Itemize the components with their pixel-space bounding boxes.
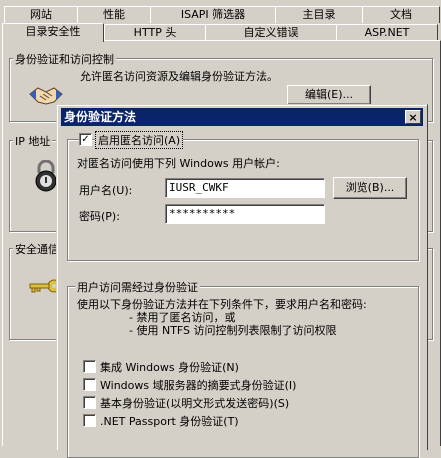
tab-custom-errors[interactable]: 自定义错误 bbox=[205, 24, 337, 41]
tab-documents[interactable]: 文档 bbox=[362, 6, 440, 23]
secure-comm-group-title: 安全通信 bbox=[13, 241, 61, 257]
passport-auth-checkbox[interactable] bbox=[83, 414, 96, 427]
username-field[interactable]: IUSR_CWKF bbox=[165, 178, 325, 198]
anonymous-access-checkbox[interactable]: ✓ bbox=[79, 133, 92, 146]
username-label: 用户名(U): bbox=[79, 184, 133, 197]
dialog-title: 身份验证方法 bbox=[64, 110, 137, 124]
close-button[interactable]: × bbox=[405, 110, 421, 124]
tab-home-directory[interactable]: 主目录 bbox=[275, 6, 363, 23]
edit-auth-button[interactable]: 编辑(E)... bbox=[287, 85, 371, 105]
tab-performance[interactable]: 性能 bbox=[77, 6, 151, 23]
dialog-titlebar: 身份验证方法 × bbox=[61, 108, 423, 126]
digest-auth-label[interactable]: Windows 域服务器的摘要式身份验证(I) bbox=[100, 377, 296, 393]
browse-button[interactable]: 浏览(B)... bbox=[333, 177, 407, 199]
passport-auth-label[interactable]: .NET Passport 身份验证(T) bbox=[100, 413, 239, 429]
basic-auth-checkbox[interactable] bbox=[83, 396, 96, 409]
tab-aspnet[interactable]: ASP.NET bbox=[336, 24, 438, 41]
ip-restrictions-group-title: IP 地址 bbox=[13, 133, 53, 149]
tab-http-headers[interactable]: HTTP 头 bbox=[104, 24, 206, 41]
authenticated-access-group-title: 用户访问需经过身份验证 bbox=[75, 279, 200, 295]
auth-methods-dialog: 身份验证方法 × ✓ 启用匿名访问(A) 对匿名访问使用下列 Windows 用… bbox=[56, 104, 428, 458]
password-field[interactable]: ********** bbox=[165, 204, 325, 224]
anonymous-access-label[interactable]: 启用匿名访问(A) bbox=[95, 131, 184, 149]
basic-auth-label[interactable]: 基本身份验证(以明文形式发送密码)(S) bbox=[100, 395, 289, 411]
tab-website[interactable]: 网站 bbox=[4, 6, 78, 23]
tab-isapi-filters[interactable]: ISAPI 筛选器 bbox=[150, 6, 276, 23]
condition-ntfs-acl: - 使用 NTFS 访问控制列表限制了访问权限 bbox=[129, 324, 337, 337]
integrated-windows-auth-checkbox[interactable] bbox=[83, 360, 96, 373]
integrated-windows-auth-label[interactable]: 集成 Windows 身份验证(N) bbox=[100, 359, 239, 375]
digest-auth-checkbox[interactable] bbox=[83, 378, 96, 391]
auth-access-group-title: 身份验证和访问控制 bbox=[13, 51, 116, 67]
anonymous-account-desc: 对匿名访问使用下列 Windows 用户帐户: bbox=[77, 157, 280, 170]
tab-directory-security[interactable]: 目录安全性 bbox=[2, 23, 104, 42]
password-label: 密码(P): bbox=[79, 210, 120, 223]
auth-description: 允许匿名访问资源及编辑身份验证方法。 bbox=[80, 70, 278, 83]
